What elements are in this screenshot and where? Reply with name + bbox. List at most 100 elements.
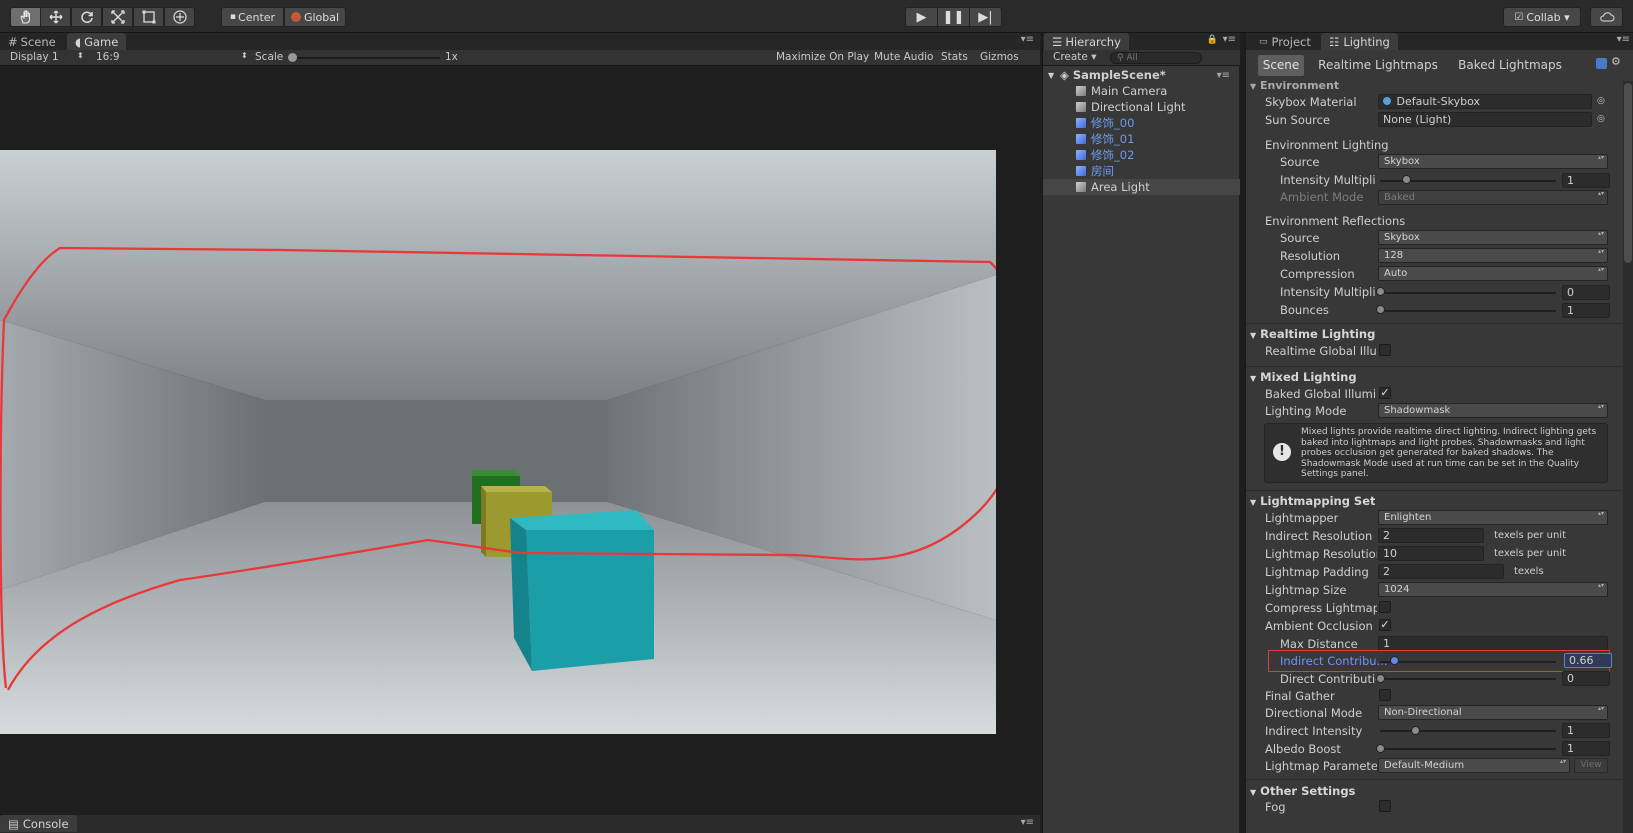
rotate-tool-icon[interactable] [71, 7, 102, 27]
lighting-scrollbar[interactable] [1623, 81, 1633, 833]
space-toggle-button[interactable]: Global [284, 7, 346, 27]
sun-source-field[interactable]: None (Light) [1378, 112, 1592, 127]
lightmap-size-dropdown[interactable]: 1024 [1378, 582, 1608, 597]
settings-gear-icon[interactable]: ⚙ [1611, 55, 1621, 68]
indirect-contribution-knob[interactable] [1390, 656, 1399, 665]
play-button[interactable]: ▶ [905, 7, 938, 27]
subtab-scene[interactable]: Scene [1258, 55, 1304, 76]
compress-lightmaps-checkbox[interactable] [1379, 601, 1391, 613]
tab-console[interactable]: ▤ Console [0, 815, 77, 832]
hand-tool-icon[interactable] [10, 7, 41, 27]
hierarchy-item[interactable]: Main Camera [1043, 83, 1240, 99]
indirect-resolution-field[interactable]: 2 [1378, 528, 1484, 543]
lighting-mode-dropdown[interactable]: Shadowmask [1378, 403, 1608, 418]
lightmap-resolution-field[interactable]: 10 [1378, 546, 1484, 561]
section-mixed-lighting[interactable]: ▼ Mixed Lighting [1250, 370, 1357, 384]
lightmap-padding-field[interactable]: 2 [1378, 564, 1504, 579]
max-distance-field[interactable]: 1 [1378, 636, 1608, 651]
indirect-contribution-slider[interactable] [1380, 661, 1556, 663]
gizmos-dropdown[interactable]: Gizmos [980, 51, 1019, 63]
albedo-boost-field[interactable]: 1 [1562, 741, 1610, 756]
hierarchy-item[interactable]: Directional Light [1043, 99, 1240, 115]
bounces-field[interactable]: 1 [1562, 303, 1610, 318]
aspect-dropdown[interactable]: 16:9 [96, 51, 120, 63]
subtab-baked-lightmaps[interactable]: Baked Lightmaps [1450, 55, 1570, 76]
help-icon[interactable] [1596, 58, 1607, 69]
scale-slider-track[interactable] [292, 57, 440, 59]
direct-contribution-field[interactable]: 0 [1562, 671, 1610, 686]
view-button[interactable]: View [1574, 758, 1608, 773]
stats-toggle[interactable]: Stats [941, 51, 968, 63]
rect-tool-icon[interactable] [133, 7, 164, 27]
indirect-intensity-slider[interactable] [1380, 730, 1556, 732]
final-gather-checkbox[interactable] [1379, 689, 1391, 701]
hierarchy-menu-icon[interactable]: ▾≡ [1223, 34, 1236, 45]
scene-root-row[interactable]: ▼ ◈ SampleScene* ▾≡ [1043, 67, 1240, 83]
lightmapper-dropdown[interactable]: Enlighten [1378, 510, 1608, 525]
move-tool-icon[interactable] [40, 7, 71, 27]
refl-intensity-knob[interactable] [1376, 287, 1385, 296]
scale-slider-knob[interactable] [288, 53, 297, 62]
scene-menu-icon[interactable]: ▾≡ [1217, 70, 1230, 81]
section-environment[interactable]: ▼ Environment [1250, 79, 1339, 91]
hierarchy-item[interactable]: 修饰_02 [1043, 147, 1240, 163]
pause-button[interactable]: ❚❚ [937, 7, 970, 27]
lock-icon[interactable]: 🔒 [1207, 35, 1218, 45]
direct-contribution-slider[interactable] [1380, 678, 1556, 680]
mute-audio-toggle[interactable]: Mute Audio [874, 51, 933, 63]
tab-project[interactable]: ▭ Project [1251, 33, 1319, 50]
tab-scene[interactable]: # Scene [0, 33, 64, 50]
lighting-menu-icon[interactable]: ▾≡ [1617, 34, 1630, 45]
env-intensity-field[interactable]: 1 [1562, 173, 1610, 188]
fog-checkbox[interactable] [1379, 800, 1391, 812]
tab-game[interactable]: ◖ Game [67, 33, 127, 50]
resolution-dropdown[interactable]: 128 [1378, 248, 1608, 263]
direct-contribution-knob[interactable] [1376, 674, 1385, 683]
section-lightmapping[interactable]: ▼ Lightmapping Settings [1250, 494, 1375, 508]
hierarchy-item[interactable]: 修饰_01 [1043, 131, 1240, 147]
lighting-scrollbar-thumb[interactable] [1624, 83, 1632, 263]
collab-button[interactable]: ☑ Collab ▾ [1503, 7, 1581, 27]
subtab-realtime-lightmaps[interactable]: Realtime Lightmaps [1314, 55, 1442, 76]
lightmap-parameters-dropdown[interactable]: Default-Medium [1378, 758, 1570, 773]
hierarchy-item[interactable]: 房间 [1043, 163, 1240, 179]
ambient-mode-dropdown[interactable]: Baked [1378, 190, 1608, 205]
section-other-settings[interactable]: ▼ Other Settings [1250, 784, 1355, 798]
env-source-dropdown[interactable]: Skybox [1378, 154, 1608, 169]
transform-tool-icon[interactable] [164, 7, 195, 27]
console-menu-icon[interactable]: ▾≡ [1021, 817, 1034, 828]
compression-dropdown[interactable]: Auto [1378, 266, 1608, 281]
bounces-knob[interactable] [1376, 305, 1385, 314]
albedo-boost-slider[interactable] [1380, 748, 1556, 750]
maximize-on-play-toggle[interactable]: Maximize On Play [776, 51, 869, 63]
object-picker-icon[interactable]: ◎ [1597, 96, 1605, 106]
ambient-occlusion-checkbox[interactable]: ✓ [1379, 619, 1391, 631]
bounces-slider[interactable] [1380, 310, 1556, 312]
hierarchy-item[interactable]: Area Light [1043, 179, 1240, 195]
directional-mode-dropdown[interactable]: Non-Directional [1378, 705, 1608, 720]
object-picker-icon[interactable]: ◎ [1597, 114, 1605, 124]
tab-hierarchy[interactable]: ☰ Hierarchy [1044, 33, 1129, 50]
realtime-gi-checkbox[interactable] [1379, 344, 1391, 356]
baked-gi-checkbox[interactable]: ✓ [1379, 387, 1391, 399]
refl-intensity-slider[interactable] [1380, 292, 1556, 294]
section-realtime-lighting[interactable]: ▼ Realtime Lighting [1250, 327, 1375, 341]
cloud-button[interactable] [1590, 7, 1623, 27]
refl-source-dropdown[interactable]: Skybox [1378, 230, 1608, 245]
create-dropdown[interactable]: Create ▾ [1053, 51, 1097, 63]
indirect-contribution-field[interactable]: 0.66 [1564, 653, 1612, 668]
panel-menu-icon[interactable]: ▾≡ [1021, 34, 1034, 45]
tab-lighting[interactable]: ☷ Lighting [1321, 33, 1398, 50]
albedo-boost-knob[interactable] [1376, 744, 1385, 753]
skybox-field[interactable]: Default-Skybox [1378, 94, 1592, 109]
hierarchy-search-input[interactable]: ⚲ All [1110, 52, 1202, 64]
refl-intensity-field[interactable]: 0 [1562, 285, 1610, 300]
scale-tool-icon[interactable] [102, 7, 133, 27]
hierarchy-item[interactable]: 修饰_00 [1043, 115, 1240, 131]
expand-arrow-icon[interactable]: ▼ [1048, 71, 1058, 80]
env-intensity-knob[interactable] [1402, 175, 1411, 184]
indirect-intensity-field[interactable]: 1 [1562, 723, 1610, 738]
pivot-toggle-button[interactable]: ▪ Center [221, 7, 284, 27]
indirect-intensity-knob[interactable] [1411, 726, 1420, 735]
step-button[interactable]: ▶| [969, 7, 1002, 27]
